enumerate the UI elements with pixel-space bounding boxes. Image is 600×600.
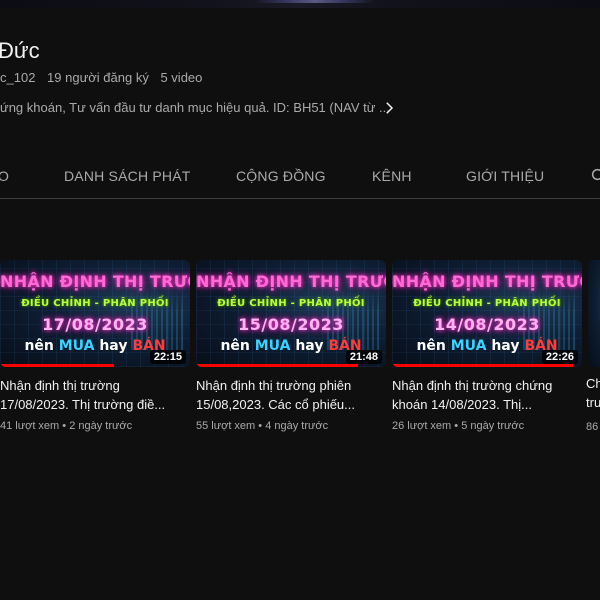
video-meta: 41 lượt xem • 2 ngày trước: [0, 420, 190, 432]
subscriber-count: 19 người đăng ký: [47, 70, 149, 85]
tab-about[interactable]: GIỚI THIỆU: [466, 168, 544, 184]
thumbnail-date: 14/08/2023: [434, 315, 540, 334]
video-title-partial-line2[interactable]: tru: [586, 395, 600, 410]
video-title-partial[interactable]: Ch: [586, 376, 600, 391]
meta-separator: •: [454, 420, 459, 432]
channel-description[interactable]: ứng khoán, Tư vấn đầu tư danh mục hiệu q…: [0, 100, 390, 115]
thumbnail-date: 15/08/2023: [238, 315, 344, 334]
thumbnail-word-mua: MUA: [450, 338, 487, 354]
meta-separator: •: [258, 420, 263, 432]
thumbnail-title: NHẬN ĐỊNH THỊ TRƯỜNG: [196, 272, 386, 291]
view-count: 26 lượt xem: [392, 420, 452, 432]
video-thumbnail-partial[interactable]: [588, 260, 600, 367]
upload-age: 4 ngày trước: [265, 420, 329, 432]
thumbnail-subtitle: ĐIỀU CHỈNH - PHÂN PHỐI: [413, 298, 561, 309]
video-card[interactable]: NHẬN ĐỊNH THỊ TRƯỜNG ĐIỀU CHỈNH - PHÂN P…: [0, 260, 190, 432]
watch-progress-bar: [196, 364, 358, 367]
upload-age: 2 ngày trước: [69, 420, 133, 432]
thumbnail-word: nên: [220, 338, 255, 354]
video-thumbnail[interactable]: NHẬN ĐỊNH THỊ TRƯỜNG ĐIỀU CHỈNH - PHÂN P…: [0, 260, 190, 367]
thumbnail-date: 17/08/2023: [42, 315, 148, 334]
thumbnail-word: hay: [486, 338, 525, 354]
duration-badge: 21:48: [345, 350, 382, 364]
video-thumbnail[interactable]: NHẬN ĐỊNH THỊ TRƯỜNG ĐIỀU CHỈNH - PHÂN P…: [392, 260, 582, 367]
thumbnail-word: nên: [24, 338, 59, 354]
chevron-right-icon[interactable]: [380, 99, 398, 117]
meta-separator: •: [62, 420, 67, 432]
thumbnail-word-mua: MUA: [58, 338, 95, 354]
thumbnail-word: nên: [416, 338, 451, 354]
tab-playlists[interactable]: DANH SÁCH PHÁT: [64, 168, 190, 184]
watch-progress-bar: [0, 364, 114, 367]
video-card[interactable]: NHẬN ĐỊNH THỊ TRƯỜNG ĐIỀU CHỈNH - PHÂN P…: [392, 260, 582, 432]
channel-meta: c_102 19 người đăng ký 5 video: [0, 70, 210, 85]
video-title[interactable]: Nhận định thị trường chứng khoán 14/08/2…: [392, 376, 582, 414]
video-count: 5 video: [160, 70, 203, 85]
channel-banner: [0, 0, 600, 8]
channel-page: Đức c_102 19 người đăng ký 5 video ứng k…: [0, 0, 600, 600]
thumbnail-title: NHẬN ĐỊNH THỊ TRƯỜNG: [0, 272, 190, 291]
video-title[interactable]: Nhận định thị trường phiên 15/08,2023. C…: [196, 376, 386, 414]
thumbnail-word: hay: [290, 338, 329, 354]
tab-video[interactable]: O: [0, 168, 9, 184]
upload-age: 5 ngày trước: [461, 420, 525, 432]
video-thumbnail[interactable]: NHẬN ĐỊNH THỊ TRƯỜNG ĐIỀU CHỈNH - PHÂN P…: [196, 260, 386, 367]
channel-handle: c_102: [0, 70, 36, 85]
thumbnail-word: hay: [94, 338, 133, 354]
view-count: 41 lượt xem: [0, 420, 60, 432]
video-title[interactable]: Nhận định thị trường 17/08/2023. Thị trư…: [0, 376, 190, 414]
video-meta: 26 lượt xem • 5 ngày trước: [392, 420, 582, 432]
view-count: 55 lượt xem: [196, 420, 256, 432]
video-meta: 55 lượt xem • 4 ngày trước: [196, 420, 386, 432]
watch-progress-bar: [392, 364, 573, 367]
duration-badge: 22:15: [149, 350, 186, 364]
duration-badge: 22:26: [541, 350, 578, 364]
channel-tabs: O DANH SÁCH PHÁT CỘNG ĐỒNG KÊNH GIỚI THI…: [0, 158, 600, 199]
thumbnail-word-mua: MUA: [254, 338, 291, 354]
thumbnail-title: NHẬN ĐỊNH THỊ TRƯỜNG: [392, 272, 582, 291]
thumbnail-subtitle: ĐIỀU CHỈNH - PHÂN PHỐI: [21, 298, 169, 309]
tab-community[interactable]: CỘNG ĐỒNG: [236, 168, 326, 184]
view-count-partial: 86: [586, 421, 599, 433]
search-icon[interactable]: [590, 167, 600, 185]
video-card[interactable]: NHẬN ĐỊNH THỊ TRƯỜNG ĐIỀU CHỈNH - PHÂN P…: [196, 260, 386, 432]
channel-name: Đức: [0, 38, 40, 63]
tab-channels[interactable]: KÊNH: [372, 168, 412, 184]
thumbnail-subtitle: ĐIỀU CHỈNH - PHÂN PHỐI: [217, 298, 365, 309]
